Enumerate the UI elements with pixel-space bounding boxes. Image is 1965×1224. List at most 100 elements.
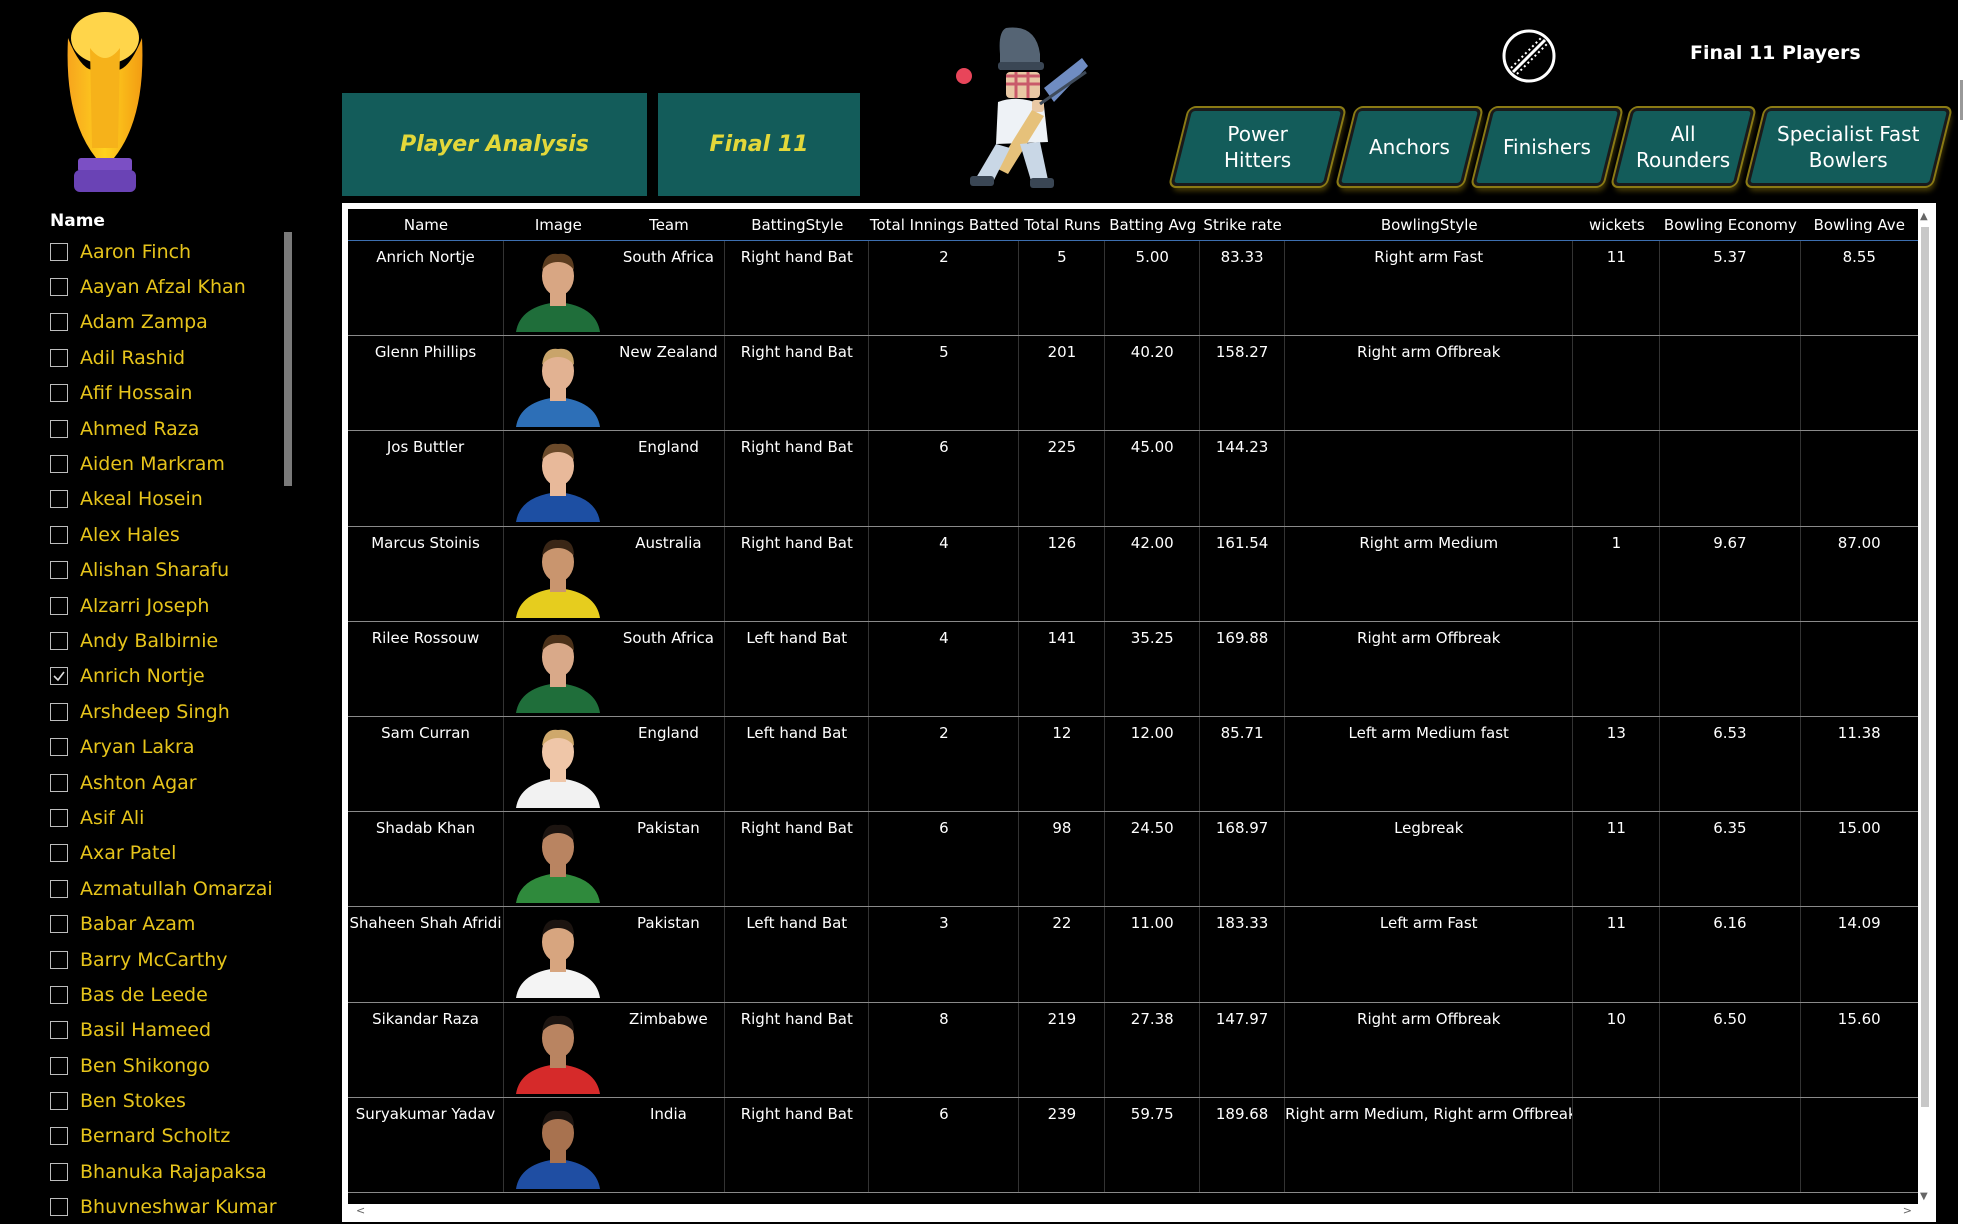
table-vertical-scrollbar[interactable]: ▲ ▼ xyxy=(1918,209,1932,1204)
scroll-down-icon[interactable]: ▼ xyxy=(1920,1191,1928,1202)
slicer-item[interactable]: Barry McCarthy xyxy=(50,942,290,977)
checkbox[interactable] xyxy=(50,384,68,403)
checkbox[interactable] xyxy=(50,278,68,297)
specialist-fast-bowlers-button[interactable]: Specialist Fast Bowlers xyxy=(1746,108,1951,186)
table-row[interactable]: Glenn Phillips New Zealand Right hand Bat 5… xyxy=(348,336,1918,432)
slicer-item[interactable]: Aiden Markram xyxy=(50,446,290,481)
slicer-item[interactable]: Akeal Hosein xyxy=(50,482,290,517)
cell-wickets: 11 xyxy=(1573,241,1661,336)
slicer-item[interactable]: Ben Shikongo xyxy=(50,1048,290,1083)
checkbox[interactable] xyxy=(50,242,68,261)
column-header[interactable]: BattingStyle xyxy=(725,209,869,240)
slicer-item[interactable]: Adam Zampa xyxy=(50,305,290,340)
slicer-item[interactable]: Anrich Nortje xyxy=(50,659,290,694)
table-row[interactable]: Anrich Nortje South Africa Right hand Bat 2… xyxy=(348,241,1918,337)
checkbox[interactable] xyxy=(50,1127,68,1146)
checkbox[interactable] xyxy=(50,1092,68,1111)
checkbox[interactable] xyxy=(50,596,68,615)
table-horizontal-scrollbar[interactable]: < > xyxy=(348,1204,1918,1218)
slicer-item-label: Ben Shikongo xyxy=(80,1054,210,1077)
column-header[interactable]: Bowling Ave xyxy=(1801,209,1919,240)
checkbox[interactable] xyxy=(50,738,68,757)
checkbox[interactable] xyxy=(50,525,68,544)
checkbox[interactable] xyxy=(50,667,68,686)
table-row[interactable]: Rilee Rossouw South Africa Left hand Bat 4 1… xyxy=(348,621,1918,717)
slicer-item[interactable]: Aryan Lakra xyxy=(50,729,290,764)
checkbox[interactable] xyxy=(50,773,68,792)
column-header[interactable]: wickets xyxy=(1573,209,1660,240)
player-analysis-button[interactable]: Player Analysis xyxy=(342,93,647,196)
table-row[interactable]: Sikandar Raza Zimbabwe Right hand Bat 8 219 2… xyxy=(348,1002,1918,1098)
cell-economy: 6.53 xyxy=(1660,716,1801,812)
table-row[interactable]: Shadab Khan Pakistan Right hand Bat 6 98 24.5… xyxy=(348,812,1918,908)
slicer-item[interactable]: Azmatullah Omarzai xyxy=(50,871,290,906)
power-hitters-button[interactable]: Power Hitters xyxy=(1170,108,1345,186)
checkbox[interactable] xyxy=(50,702,68,721)
table-row[interactable]: Shaheen Shah Afridi Pakistan Left hand Bat… xyxy=(348,907,1918,1003)
scroll-left-icon[interactable]: < xyxy=(356,1204,365,1217)
cell-bowl-avg: 87.00 xyxy=(1837,533,1881,552)
slicer-item[interactable]: Alzarri Joseph xyxy=(50,588,290,623)
all-rounders-button[interactable]: All Rounders xyxy=(1612,108,1755,186)
checkbox[interactable] xyxy=(50,561,68,580)
slicer-item[interactable]: Aayan Afzal Khan xyxy=(50,269,290,304)
column-header[interactable]: Team xyxy=(613,209,726,240)
slicer-item[interactable]: Basil Hameed xyxy=(50,1013,290,1048)
checkbox[interactable] xyxy=(50,490,68,509)
checkbox[interactable] xyxy=(50,985,68,1004)
anchors-button[interactable]: Anchors xyxy=(1337,108,1482,186)
slicer-item[interactable]: Ahmed Raza xyxy=(50,411,290,446)
checkbox[interactable] xyxy=(50,1162,68,1181)
checkbox[interactable] xyxy=(50,808,68,827)
slicer-item[interactable]: Ashton Agar xyxy=(50,765,290,800)
slicer-item[interactable]: Bhanuka Rajapaksa xyxy=(50,1154,290,1189)
checkbox[interactable] xyxy=(50,1056,68,1075)
table-row[interactable]: Marcus Stoinis Australia Right hand Bat 4 12… xyxy=(348,526,1918,622)
slicer-item[interactable]: Alishan Sharafu xyxy=(50,553,290,588)
cell-name: Rilee Rossouw xyxy=(348,621,505,716)
column-header[interactable]: Total Innings Batted xyxy=(869,209,1019,240)
slicer-item[interactable]: Andy Balbirnie xyxy=(50,623,290,658)
slicer-item[interactable]: Axar Patel xyxy=(50,836,290,871)
checkbox[interactable] xyxy=(50,313,68,332)
checkbox[interactable] xyxy=(50,879,68,898)
slicer-item[interactable]: Bas de Leede xyxy=(50,977,290,1012)
slicer-item[interactable]: Alex Hales xyxy=(50,517,290,552)
checkbox[interactable] xyxy=(50,455,68,474)
slicer-item[interactable]: Adil Rashid xyxy=(50,340,290,375)
checkbox[interactable] xyxy=(50,348,68,367)
cell-innings: 4 xyxy=(869,621,1020,716)
column-header[interactable]: Image xyxy=(504,209,613,240)
scroll-right-icon[interactable]: > xyxy=(1903,1204,1912,1217)
column-header[interactable]: Bowling Economy xyxy=(1660,209,1800,240)
slicer-item[interactable]: Bhuvneshwar Kumar xyxy=(50,1190,290,1224)
slicer-scrollbar[interactable] xyxy=(284,232,292,486)
checkbox[interactable] xyxy=(50,1198,68,1217)
column-header[interactable]: Strike rate xyxy=(1200,209,1285,240)
checkbox[interactable] xyxy=(50,631,68,650)
slicer-item[interactable]: Babar Azam xyxy=(50,906,290,941)
finishers-button[interactable]: Finishers xyxy=(1472,108,1622,186)
checkbox[interactable] xyxy=(50,950,68,969)
scroll-thumb[interactable] xyxy=(1921,227,1929,1107)
slicer-item[interactable]: Aaron Finch xyxy=(50,234,290,269)
scroll-up-icon[interactable]: ▲ xyxy=(1920,211,1928,222)
final-11-button[interactable]: Final 11 xyxy=(658,93,860,196)
column-header[interactable]: Total Runs xyxy=(1019,209,1105,240)
column-header[interactable]: Name xyxy=(348,209,504,240)
table-row[interactable]: Suryakumar Yadav India Right hand Bat 6 239 5… xyxy=(348,1097,1918,1193)
slicer-item[interactable]: Afif Hossain xyxy=(50,376,290,411)
column-header[interactable]: BowlingStyle xyxy=(1285,209,1573,240)
slicer-item[interactable]: Ben Stokes xyxy=(50,1083,290,1118)
slicer-item-label: Ben Stokes xyxy=(80,1090,186,1113)
column-header[interactable]: Batting Avg xyxy=(1105,209,1200,240)
checkbox[interactable] xyxy=(50,844,68,863)
slicer-item[interactable]: Arshdeep Singh xyxy=(50,694,290,729)
table-row[interactable]: Jos Buttler England Right hand Bat 6 225 45.0… xyxy=(348,431,1918,527)
checkbox[interactable] xyxy=(50,915,68,934)
slicer-item[interactable]: Asif Ali xyxy=(50,800,290,835)
checkbox[interactable] xyxy=(50,419,68,438)
slicer-item[interactable]: Bernard Scholtz xyxy=(50,1119,290,1154)
checkbox[interactable] xyxy=(50,1021,68,1040)
table-row[interactable]: Sam Curran England Left hand Bat 2 12 12.00 85… xyxy=(348,716,1918,813)
